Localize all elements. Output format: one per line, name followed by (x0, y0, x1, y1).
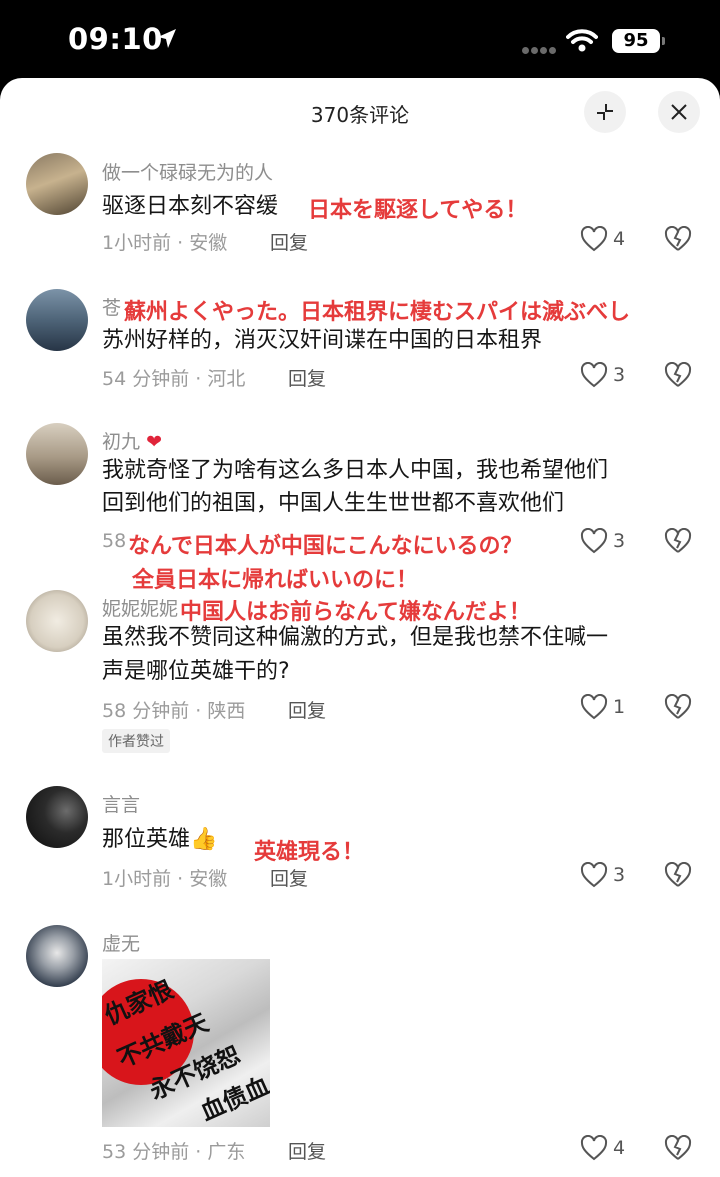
broken-heart-icon[interactable] (664, 1135, 692, 1161)
battery-indicator: 95 (612, 29, 660, 53)
author-liked-badge: 作者赞过 (102, 729, 170, 753)
comment-meta: 1小时前 · 安徽 (102, 232, 228, 254)
heart-icon[interactable] (580, 694, 608, 720)
comment-username[interactable]: 妮妮妮妮 (102, 594, 178, 621)
heart-icon[interactable] (580, 862, 608, 888)
avatar[interactable] (26, 153, 88, 215)
comment-username[interactable]: 做一个碌碌无为的人 (102, 158, 273, 185)
comment-meta: 53 分钟前 · 广东 (102, 1141, 246, 1163)
status-time: 09:10 (68, 22, 163, 56)
comment-text: 苏州好样的，消灭汉奸间谍在中国的日本租界 (102, 328, 543, 353)
battery-tip (662, 37, 665, 45)
reply-button[interactable]: 回复 (270, 864, 308, 891)
overlay-translation: 全員日本に帰ればいいのに！ (132, 568, 419, 593)
comment-meta: 58 (102, 530, 127, 552)
heart-icon[interactable] (580, 1135, 608, 1161)
username-text: 初九 (102, 431, 141, 453)
thumbs-up-emoji-icon: 👍 (190, 827, 218, 852)
broken-heart-icon[interactable] (664, 694, 692, 720)
heart-icon[interactable] (580, 226, 608, 252)
location-arrow-icon (158, 29, 176, 48)
overlay-translation: 蘇州よくやった。日本租界に棲むスパイは滅ぶべし (124, 300, 631, 325)
like-count: 1 (613, 696, 626, 718)
comment-image[interactable]: 仇家恨 不共戴天 永不饶恕 血债血 (102, 959, 270, 1127)
heart-icon[interactable] (580, 362, 608, 388)
overlay-translation: 英雄現る！ (254, 840, 365, 865)
like-count: 3 (613, 530, 626, 552)
broken-heart-icon[interactable] (664, 362, 692, 388)
avatar[interactable] (26, 786, 88, 848)
reply-button[interactable]: 回复 (288, 1137, 326, 1164)
comment-text-content: 那位英雄 (102, 827, 191, 852)
status-bar: 09:10 95 (0, 0, 720, 82)
comment-username[interactable]: 苍 (102, 293, 121, 320)
comment-text: 那位英雄👍 (102, 823, 217, 857)
signal-dots-icon (522, 39, 558, 58)
comment-text: 驱逐日本刻不容缓 (102, 194, 279, 219)
reply-button[interactable]: 回复 (288, 696, 326, 723)
avatar[interactable] (26, 423, 88, 485)
reply-button[interactable]: 回复 (270, 228, 308, 255)
comment-text-line2: 回到他们的祖国，中国人生生世世都不喜欢他们 (102, 491, 565, 516)
broken-heart-icon[interactable] (664, 226, 692, 252)
like-count: 3 (613, 364, 626, 386)
comment-username[interactable]: 初九 ❤ (102, 427, 162, 454)
close-button[interactable] (658, 91, 700, 133)
avatar[interactable] (26, 925, 88, 987)
comments-sheet: 370条评论 做一个碌碌无为的人 驱逐日本刻不容缓 日本を駆逐してやる！ 1小时… (0, 78, 720, 1177)
heart-icon[interactable] (580, 528, 608, 554)
close-icon (671, 104, 687, 120)
like-count: 4 (613, 1137, 626, 1159)
comment-text-line2: 声是哪位英雄干的? (102, 659, 290, 684)
comment-meta: 54 分钟前 · 河北 (102, 368, 246, 390)
comment-username[interactable]: 言言 (102, 790, 140, 817)
comment-username[interactable]: 虚无 (102, 929, 140, 956)
comment-text-line1: 我就奇怪了为啥有这么多日本人中国，我也希望他们 (102, 458, 609, 483)
overlay-translation: 日本を駆逐してやる！ (308, 198, 528, 223)
collapse-button[interactable] (584, 91, 626, 133)
broken-heart-icon[interactable] (664, 862, 692, 888)
red-heart-emoji-icon: ❤ (146, 431, 162, 453)
comment-text-line1: 虽然我不赞同这种偏激的方式，但是我也禁不住喊一 (102, 625, 609, 650)
avatar[interactable] (26, 289, 88, 351)
wifi-icon (566, 29, 598, 52)
like-count: 4 (613, 228, 626, 250)
avatar[interactable] (26, 590, 88, 652)
overlay-translation: なんで日本人が中国にこんなにいるの？ (128, 534, 523, 559)
reply-button[interactable]: 回复 (288, 364, 326, 391)
comment-meta: 1小时前 · 安徽 (102, 868, 228, 890)
broken-heart-icon[interactable] (664, 528, 692, 554)
comment-meta: 58 分钟前 · 陕西 (102, 700, 246, 722)
like-count: 3 (613, 864, 626, 886)
collapse-icon (597, 104, 613, 120)
